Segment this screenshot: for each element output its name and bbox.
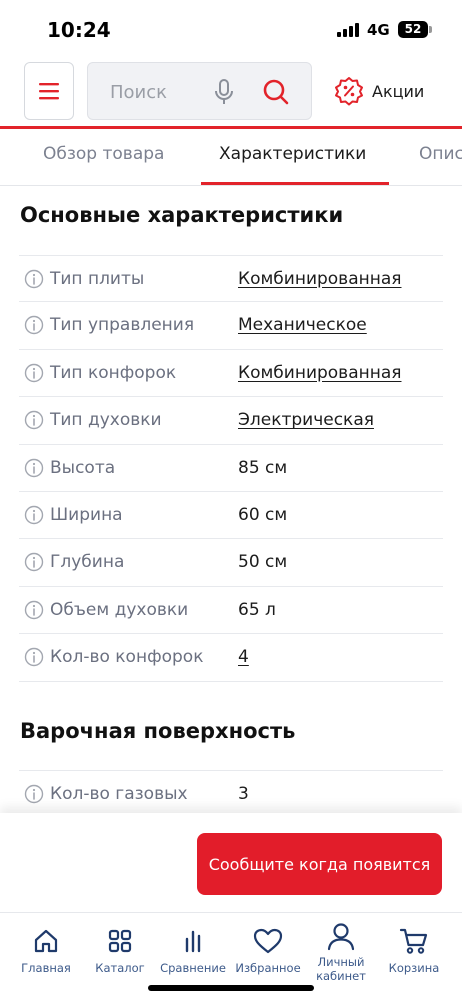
spec-label: Высота	[50, 457, 116, 478]
spec-label: Тип конфорок	[50, 362, 177, 383]
nav-item-cart[interactable]: Корзина	[374, 927, 454, 975]
promo-link[interactable]: Акции	[334, 76, 424, 106]
search-icon[interactable]	[262, 78, 290, 106]
spec-value[interactable]: 4	[238, 647, 249, 667]
hamburger-menu-icon	[39, 83, 59, 100]
spec-value: 60 см	[238, 504, 288, 525]
section-title-main-specs: Основные характеристики	[20, 203, 344, 227]
info-icon[interactable]	[24, 505, 44, 525]
nav-label: Сравнение	[160, 961, 226, 975]
status-time: 10:24	[47, 18, 111, 42]
product-tabs: Обзор товара Характеристики Опис	[0, 130, 462, 186]
nav-label: Избранное	[235, 961, 301, 975]
cooktop-specs-table: Кол-во газовых 3	[19, 770, 443, 818]
menu-button[interactable]	[24, 62, 74, 120]
spec-row: Тип управления Механическое	[19, 302, 443, 350]
spec-row: Тип духовки Электрическая	[19, 397, 443, 445]
spec-label: Тип управления	[50, 315, 195, 336]
heart-icon	[253, 928, 283, 954]
network-type: 4G	[367, 21, 390, 39]
tab-overview[interactable]: Обзор товара	[43, 144, 164, 164]
spec-value: 85 см	[238, 457, 288, 478]
nav-label: Главная	[21, 961, 71, 975]
cart-icon	[399, 928, 428, 954]
info-icon[interactable]	[24, 269, 44, 289]
info-icon[interactable]	[24, 647, 44, 667]
spec-value: 65 л	[238, 599, 276, 620]
spec-value[interactable]: Комбинированная	[238, 363, 402, 383]
spec-label: Ширина	[50, 504, 123, 525]
header-divider	[0, 126, 462, 129]
spec-row: Ширина 60 см	[19, 492, 443, 540]
nav-item-favorites[interactable]: Избранное	[228, 927, 308, 975]
spec-value[interactable]: Механическое	[238, 315, 367, 335]
cta-bar: Сообщите когда появится	[0, 813, 462, 913]
status-bar: 10:24 4G 52	[0, 0, 462, 58]
spec-label: Тип духовки	[50, 410, 162, 431]
spec-label: Тип плиты	[50, 269, 145, 289]
notify-when-available-button[interactable]: Сообщите когда появится	[197, 833, 442, 895]
info-icon[interactable]	[24, 315, 44, 335]
battery-icon: 52	[398, 21, 432, 38]
spec-label: Глубина	[50, 552, 125, 573]
nav-label: Корзина	[388, 961, 440, 975]
nav-label: Личный кабинет	[316, 955, 366, 983]
main-specs-table: Тип плиты Комбинированная Тип управления Ме…	[19, 255, 443, 682]
spec-value[interactable]: Электрическая	[238, 410, 374, 430]
spec-row: Объем духовки 65 л	[19, 587, 443, 635]
nav-item-catalog[interactable]: Каталог	[80, 927, 160, 975]
catalog-grid-icon	[108, 929, 132, 953]
spec-row: Кол-во конфорок 4	[19, 634, 443, 682]
spec-value[interactable]: Комбинированная	[238, 269, 402, 289]
user-icon	[327, 923, 355, 951]
tab-description[interactable]: Опис	[419, 144, 462, 164]
info-icon[interactable]	[24, 363, 44, 383]
home-icon	[34, 929, 58, 953]
info-icon[interactable]	[24, 458, 44, 478]
info-icon[interactable]	[24, 600, 44, 620]
signal-icon	[337, 23, 361, 37]
percent-badge-icon	[335, 77, 363, 106]
tab-specifications[interactable]: Характеристики	[219, 144, 366, 164]
info-icon[interactable]	[24, 784, 44, 804]
info-icon[interactable]	[24, 410, 44, 430]
spec-row: Кол-во газовых 3	[19, 770, 443, 818]
home-indicator	[148, 985, 314, 991]
spec-row: Тип конфорок Комбинированная	[19, 350, 443, 398]
nav-item-home[interactable]: Главная	[6, 927, 86, 975]
search-box[interactable]	[87, 62, 312, 120]
info-icon[interactable]	[24, 552, 44, 572]
section-title-cooktop: Варочная поверхность	[20, 719, 296, 743]
nav-item-account[interactable]: Личный кабинет	[301, 921, 381, 983]
microphone-icon[interactable]	[212, 79, 236, 105]
search-input[interactable]	[110, 78, 220, 106]
spec-value: 50 см	[238, 552, 288, 573]
active-tab-indicator	[201, 182, 389, 185]
spec-row: Глубина 50 см	[19, 539, 443, 587]
nav-item-compare[interactable]: Сравнение	[153, 927, 233, 975]
spec-row: Высота 85 см	[19, 445, 443, 492]
promo-label: Акции	[372, 81, 425, 101]
compare-bars-icon	[185, 930, 201, 953]
spec-row: Тип плиты Комбинированная	[19, 255, 443, 303]
spec-label: Кол-во конфорок	[50, 647, 204, 668]
spec-label: Кол-во газовых	[50, 784, 188, 804]
spec-label: Объем духовки	[50, 599, 189, 620]
spec-value: 3	[238, 784, 249, 804]
nav-label: Каталог	[95, 961, 145, 975]
